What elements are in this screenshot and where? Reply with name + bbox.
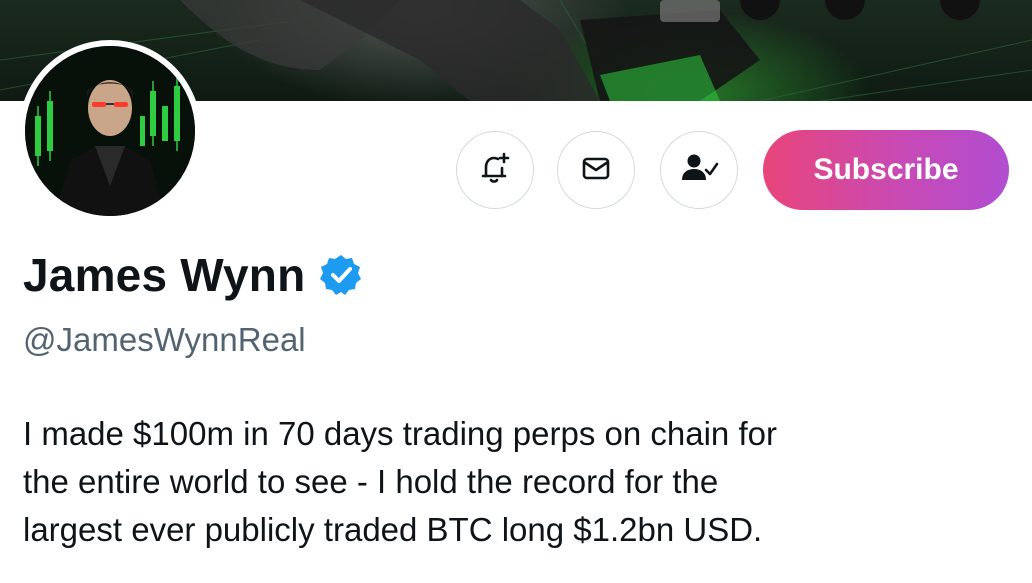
verified-badge-icon[interactable] <box>319 253 363 297</box>
following-button[interactable] <box>660 131 738 209</box>
bell-plus-icon <box>477 150 513 191</box>
avatar[interactable] <box>19 40 201 222</box>
name-row: James Wynn <box>23 248 363 302</box>
bio-line: the entire world to see - I hold the rec… <box>23 463 719 500</box>
user-handle: @JamesWynnReal <box>23 321 306 358</box>
avatar-image <box>25 46 195 216</box>
person-check-icon <box>679 150 719 191</box>
envelope-icon <box>578 150 614 191</box>
profile-bio: I made $100m in 70 days trading perps on… <box>23 410 1013 554</box>
message-button[interactable] <box>557 131 635 209</box>
subscribe-button[interactable]: Subscribe <box>763 130 1009 210</box>
display-name: James Wynn <box>23 249 306 301</box>
bio-line: largest ever publicly traded BTC long $1… <box>23 511 763 548</box>
notifications-button[interactable] <box>456 131 534 209</box>
bio-line: I made $100m in 70 days trading perps on… <box>23 415 777 452</box>
